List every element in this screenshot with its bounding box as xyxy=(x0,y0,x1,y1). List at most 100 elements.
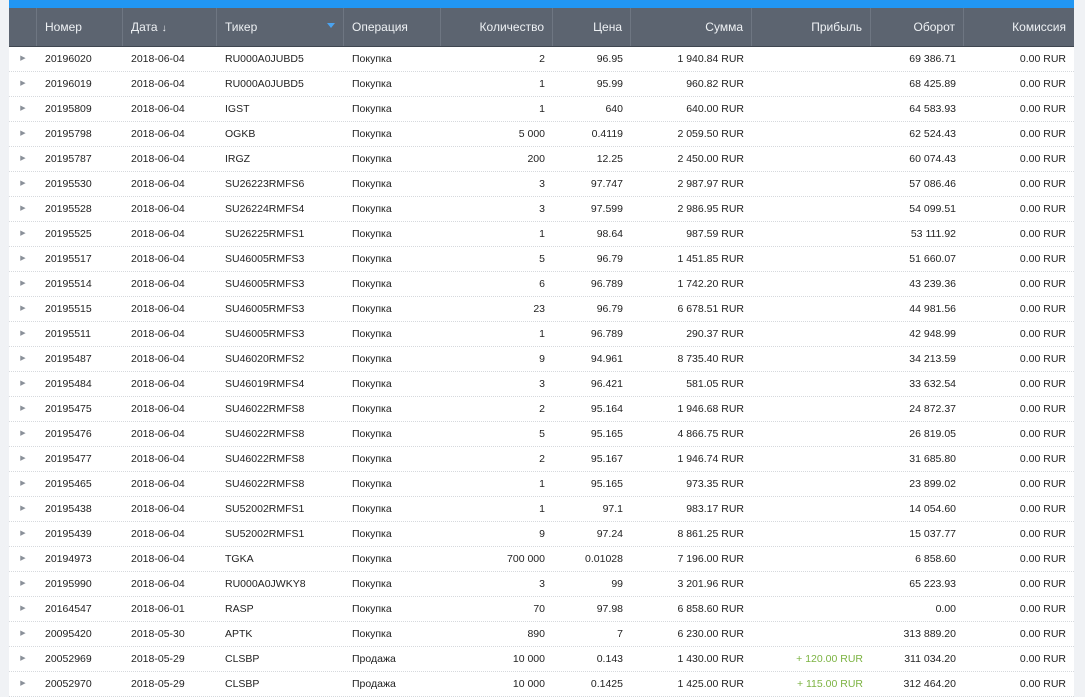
expand-triangle-icon[interactable]: ▶ xyxy=(9,222,37,246)
table-row[interactable]: ▶ 20195484 2018-06-04 SU46019RMFS4 Покупка 3 9… xyxy=(9,372,1074,397)
cell-price: 95.165 xyxy=(590,478,623,490)
table-row[interactable]: ▶ 20195439 2018-06-04 SU52002RMFS1 Покупка 9 9… xyxy=(9,522,1074,547)
cell-sum: 973.35 RUR xyxy=(686,478,744,490)
cell-price: 95.165 xyxy=(590,428,623,440)
cell-operation: Покупка xyxy=(352,303,392,315)
expand-triangle-icon[interactable]: ▶ xyxy=(9,197,37,221)
cell-profit xyxy=(752,322,871,346)
expand-triangle-icon[interactable]: ▶ xyxy=(9,272,37,296)
table-row[interactable]: ▶ 20195465 2018-06-04 SU46022RMFS8 Покупка 1 9… xyxy=(9,472,1074,497)
cell-profit xyxy=(752,172,871,196)
expand-triangle-icon[interactable]: ▶ xyxy=(9,447,37,471)
expand-triangle-icon[interactable]: ▶ xyxy=(9,572,37,596)
expand-triangle-icon[interactable]: ▶ xyxy=(9,347,37,371)
expand-triangle-icon[interactable]: ▶ xyxy=(9,72,37,96)
header-ticker[interactable]: Тикер xyxy=(217,8,344,46)
cell-commission: 0.00 RUR xyxy=(1019,453,1066,465)
table-row[interactable]: ▶ 20195476 2018-06-04 SU46022RMFS8 Покупка 5 9… xyxy=(9,422,1074,447)
table-row[interactable]: ▶ 20195528 2018-06-04 SU26224RMFS4 Покупка 3 9… xyxy=(9,197,1074,222)
cell-commission: 0.00 RUR xyxy=(1019,378,1066,390)
table-row[interactable]: ▶ 20195990 2018-06-04 RU000A0JWKY8 Покупка 3 9… xyxy=(9,572,1074,597)
header-profit[interactable]: Прибыль xyxy=(752,8,871,46)
table-row[interactable]: ▶ 20195787 2018-06-04 IRGZ Покупка 200 12.25 2 … xyxy=(9,147,1074,172)
expand-triangle-icon[interactable]: ▶ xyxy=(9,322,37,346)
cell-profit xyxy=(752,622,871,646)
cell-operation: Покупка xyxy=(352,128,392,140)
expand-triangle-icon[interactable]: ▶ xyxy=(9,547,37,571)
table-row[interactable]: ▶ 20195475 2018-06-04 SU46022RMFS8 Покупка 2 9… xyxy=(9,397,1074,422)
expand-triangle-icon[interactable]: ▶ xyxy=(9,397,37,421)
cell-operation: Продажа xyxy=(352,653,396,665)
cell-price: 95.99 xyxy=(596,78,623,90)
table-row[interactable]: ▶ 20195511 2018-06-04 SU46005RMFS3 Покупка 1 9… xyxy=(9,322,1074,347)
header-quantity[interactable]: Количество xyxy=(441,8,553,46)
cell-operation: Покупка xyxy=(352,453,392,465)
header-number[interactable]: Номер xyxy=(37,8,123,46)
table-row[interactable]: ▶ 20196020 2018-06-04 RU000A0JUBD5 Покупка 2 9… xyxy=(9,47,1074,72)
cell-turnover: 53 111.92 xyxy=(910,228,956,240)
cell-ticker: SU46005RMFS3 xyxy=(225,253,305,265)
expand-triangle-icon[interactable]: ▶ xyxy=(9,47,37,71)
expand-triangle-icon[interactable]: ▶ xyxy=(9,172,37,196)
table-row[interactable]: ▶ 20195487 2018-06-04 SU46020RMFS2 Покупка 9 9… xyxy=(9,347,1074,372)
table-row[interactable]: ▶ 20195514 2018-06-04 SU46005RMFS3 Покупка 6 9… xyxy=(9,272,1074,297)
expand-triangle-icon[interactable]: ▶ xyxy=(9,247,37,271)
cell-date: 2018-06-04 xyxy=(131,353,185,365)
header-turnover[interactable]: Оборот xyxy=(871,8,964,46)
cell-commission: 0.00 RUR xyxy=(1019,403,1066,415)
cell-profit: + 115.00 RUR xyxy=(796,678,863,690)
filter-triangle-icon[interactable] xyxy=(327,23,335,28)
expand-triangle-icon[interactable]: ▶ xyxy=(9,522,37,546)
cell-operation: Покупка xyxy=(352,553,392,565)
expand-triangle-icon[interactable]: ▶ xyxy=(9,97,37,121)
table-header: Номер Дата ↓ Тикер Операция Количество Це… xyxy=(9,8,1074,47)
table-row[interactable]: ▶ 20052970 2018-05-29 CLSBP Продажа 10 000 0.1… xyxy=(9,672,1074,697)
cell-price: 97.599 xyxy=(590,203,623,215)
cell-sum: 1 425.00 RUR xyxy=(677,678,744,690)
cell-date: 2018-06-04 xyxy=(131,553,185,565)
expand-triangle-icon[interactable]: ▶ xyxy=(9,372,37,396)
header-operation[interactable]: Операция xyxy=(344,8,441,46)
table-row[interactable]: ▶ 20195438 2018-06-04 SU52002RMFS1 Покупка 1 9… xyxy=(9,497,1074,522)
header-price[interactable]: Цена xyxy=(553,8,631,46)
table-row[interactable]: ▶ 20195477 2018-06-04 SU46022RMFS8 Покупка 2 9… xyxy=(9,447,1074,472)
cell-date: 2018-06-04 xyxy=(131,78,185,90)
table-row[interactable]: ▶ 20052969 2018-05-29 CLSBP Продажа 10 000 0.1… xyxy=(9,647,1074,672)
table-row[interactable]: ▶ 20194973 2018-06-04 TGKA Покупка 700 000 0.0… xyxy=(9,547,1074,572)
cell-operation: Покупка xyxy=(352,603,392,615)
cell-profit xyxy=(752,447,871,471)
table-row[interactable]: ▶ 20195809 2018-06-04 IGST Покупка 1 640 640.00… xyxy=(9,97,1074,122)
table-row[interactable]: ▶ 20196019 2018-06-04 RU000A0JUBD5 Покупка 1 9… xyxy=(9,72,1074,97)
table-row[interactable]: ▶ 20095420 2018-05-30 APTK Покупка 890 7 6 230.… xyxy=(9,622,1074,647)
cell-number: 20195487 xyxy=(45,353,92,365)
cell-turnover: 26 819.05 xyxy=(909,428,956,440)
table-row[interactable]: ▶ 20195530 2018-06-04 SU26223RMFS6 Покупка 3 9… xyxy=(9,172,1074,197)
header-sum[interactable]: Сумма xyxy=(631,8,752,46)
table-row[interactable]: ▶ 20195517 2018-06-04 SU46005RMFS3 Покупка 5 9… xyxy=(9,247,1074,272)
cell-ticker: SU46005RMFS3 xyxy=(225,328,305,340)
expand-triangle-icon[interactable]: ▶ xyxy=(9,472,37,496)
header-commission[interactable]: Комиссия xyxy=(964,8,1074,46)
expand-triangle-icon[interactable]: ▶ xyxy=(9,297,37,321)
cell-commission: 0.00 RUR xyxy=(1019,203,1066,215)
expand-triangle-icon[interactable]: ▶ xyxy=(9,422,37,446)
header-expander xyxy=(9,8,37,46)
cell-turnover: 68 425.89 xyxy=(909,78,956,90)
header-date[interactable]: Дата ↓ xyxy=(123,8,217,46)
table-row[interactable]: ▶ 20164547 2018-06-01 RASP Покупка 70 97.98 6 8… xyxy=(9,597,1074,622)
cell-date: 2018-06-04 xyxy=(131,178,185,190)
cell-ticker: RU000A0JWKY8 xyxy=(225,578,306,590)
table-row[interactable]: ▶ 20195515 2018-06-04 SU46005RMFS3 Покупка 23… xyxy=(9,297,1074,322)
cell-ticker: SU26225RMFS1 xyxy=(225,228,305,240)
expand-triangle-icon[interactable]: ▶ xyxy=(9,647,37,671)
table-row[interactable]: ▶ 20195525 2018-06-04 SU26225RMFS1 Покупка 1 9… xyxy=(9,222,1074,247)
table-row[interactable]: ▶ 20195798 2018-06-04 OGKB Покупка 5 000 0.411… xyxy=(9,122,1074,147)
expand-triangle-icon[interactable]: ▶ xyxy=(9,622,37,646)
expand-triangle-icon[interactable]: ▶ xyxy=(9,147,37,171)
cell-operation: Покупка xyxy=(352,278,392,290)
cell-ticker: SU52002RMFS1 xyxy=(225,528,305,540)
expand-triangle-icon[interactable]: ▶ xyxy=(9,122,37,146)
expand-triangle-icon[interactable]: ▶ xyxy=(9,497,37,521)
expand-triangle-icon[interactable]: ▶ xyxy=(9,672,37,696)
expand-triangle-icon[interactable]: ▶ xyxy=(9,597,37,621)
